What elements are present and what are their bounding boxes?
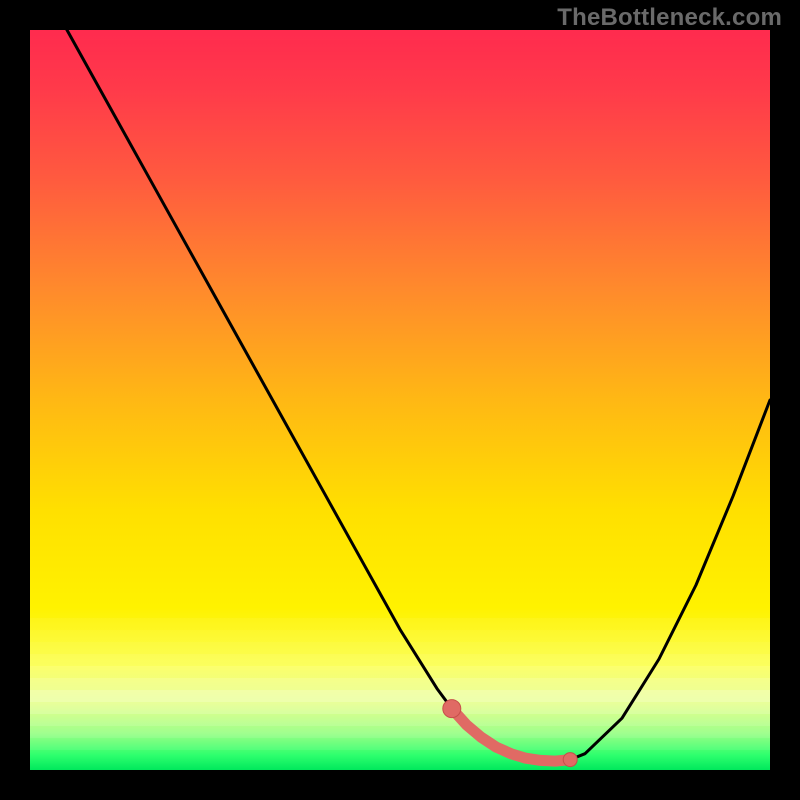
marker-dot-end xyxy=(563,753,577,767)
marker-connector xyxy=(452,709,570,762)
plot-area xyxy=(30,30,770,770)
marker-dot-start xyxy=(443,700,461,718)
chart-frame: TheBottleneck.com xyxy=(0,0,800,800)
optimal-range-markers xyxy=(443,700,577,767)
watermark-text: TheBottleneck.com xyxy=(557,4,782,32)
chart-svg xyxy=(30,30,770,770)
bottleneck-curve xyxy=(30,30,770,761)
